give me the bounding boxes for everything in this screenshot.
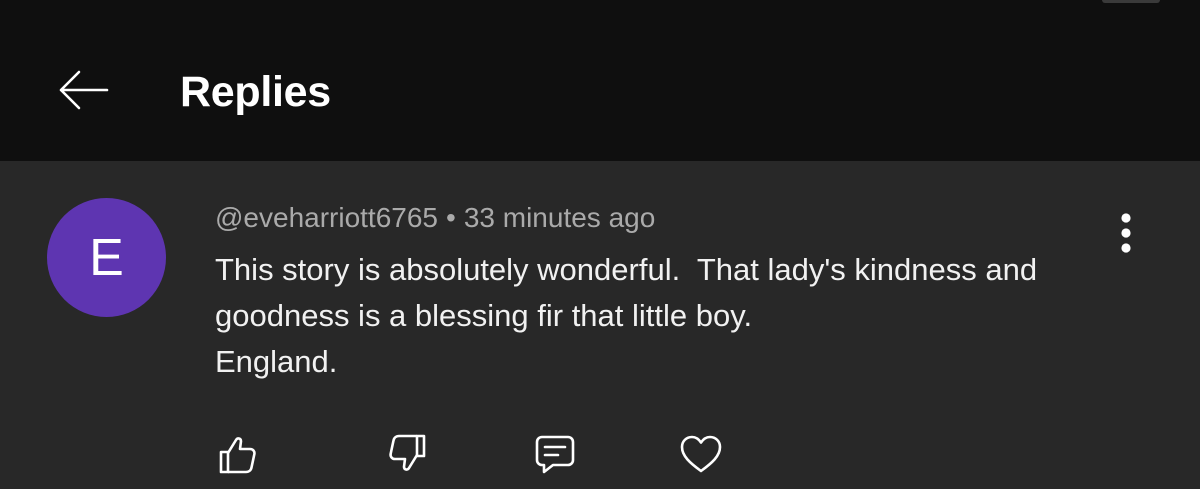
comment-actions xyxy=(0,429,1200,489)
meta-separator: • xyxy=(446,202,456,233)
comment-meta: @eveharriott6765 • 33 minutes ago xyxy=(215,201,655,235)
comment-text: This story is absolutely wonderful. That… xyxy=(215,247,1135,385)
comment-author[interactable]: @eveharriott6765 xyxy=(215,202,438,233)
arrow-back-icon xyxy=(59,70,109,110)
page-title: Replies xyxy=(180,68,331,116)
more-vertical-icon xyxy=(1121,213,1131,253)
thumbs-down-icon xyxy=(389,434,426,471)
dislike-button[interactable] xyxy=(383,429,433,479)
heart-icon xyxy=(680,435,722,473)
like-button[interactable] xyxy=(212,429,262,479)
reply-button[interactable] xyxy=(530,429,580,479)
replies-page: Replies E @eveharriott6765 • 33 minutes ag… xyxy=(0,0,1200,489)
comment-icon xyxy=(535,435,575,474)
more-options-button[interactable] xyxy=(1108,209,1144,257)
back-button[interactable] xyxy=(50,60,116,120)
heart-button[interactable] xyxy=(676,429,726,479)
top-edge-indicator xyxy=(1102,0,1160,3)
comment-text-line: This story is absolutely wonderful. That… xyxy=(215,252,1038,287)
avatar[interactable]: E xyxy=(47,198,166,317)
comment-text-line: goodness is a blessing fir that little b… xyxy=(215,298,753,333)
thumbs-up-icon xyxy=(219,437,256,474)
comment-item: E @eveharriott6765 • 33 minutes ago This s… xyxy=(0,161,1200,489)
comment-text-line: England. xyxy=(215,344,338,379)
comment-timestamp: 33 minutes ago xyxy=(463,202,656,233)
avatar-letter: E xyxy=(89,228,124,287)
app-header: Replies xyxy=(0,0,1200,161)
